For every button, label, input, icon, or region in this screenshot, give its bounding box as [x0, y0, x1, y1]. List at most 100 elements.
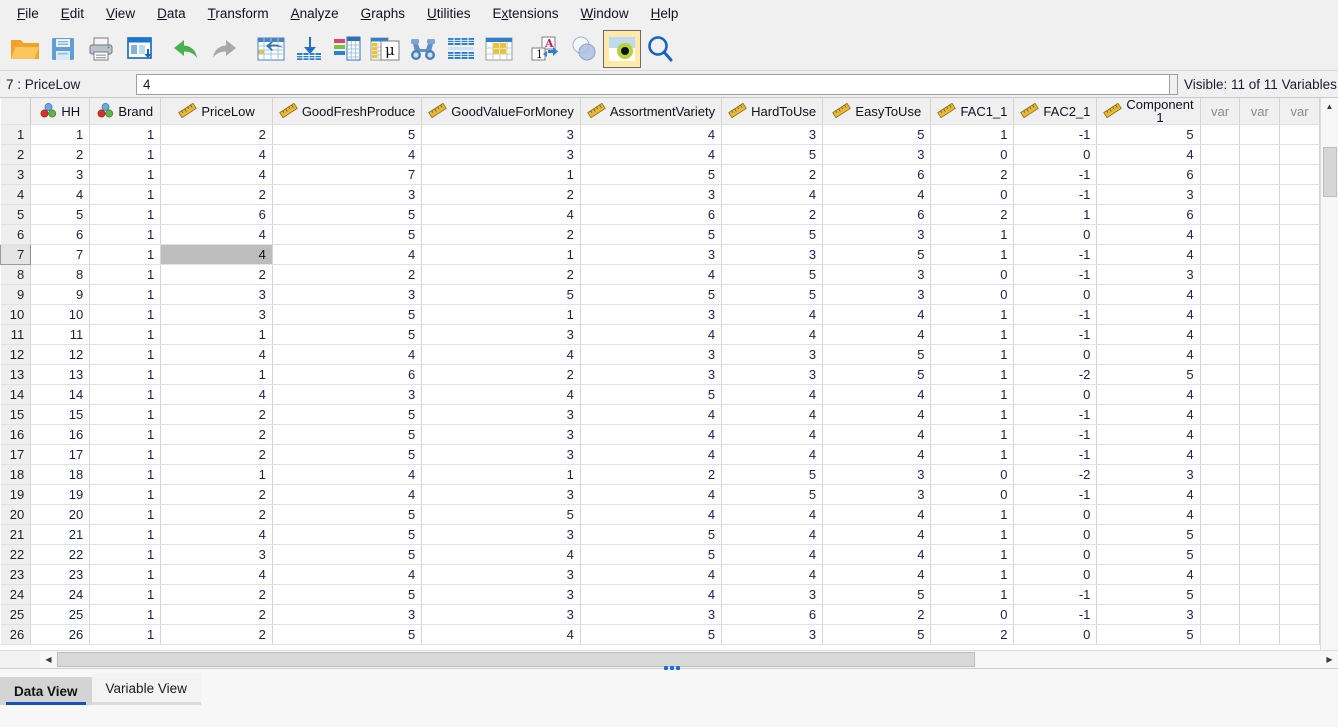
data-cell[interactable]: 5 [580, 224, 723, 245]
data-cell[interactable]: 4 [160, 384, 273, 405]
empty-cell[interactable] [1239, 444, 1281, 465]
data-cell[interactable]: 1 [421, 304, 581, 325]
data-cell[interactable]: 4 [421, 384, 581, 405]
data-cell[interactable]: 3 [721, 344, 824, 365]
data-cell[interactable]: 4 [1096, 424, 1201, 445]
data-cell[interactable]: 12 [30, 344, 91, 365]
empty-cell[interactable] [1200, 544, 1241, 565]
data-cell[interactable]: 1 [421, 164, 581, 185]
column-header-easytouse[interactable]: EasyToUse [822, 98, 932, 125]
weight-cases-icon[interactable] [480, 30, 518, 68]
data-cell[interactable]: 4 [1096, 404, 1201, 425]
value-labels-icon[interactable]: A 1 [527, 30, 565, 68]
data-cell[interactable]: 0 [930, 144, 1015, 165]
empty-cell[interactable] [1279, 164, 1320, 185]
data-cell[interactable]: 4 [822, 184, 932, 205]
empty-cell[interactable] [1279, 344, 1320, 365]
empty-cell[interactable] [1200, 484, 1241, 505]
table-row[interactable]: 12 12 1 4 4 4 3 3 5 1 0 4 [0, 344, 1320, 365]
data-cell[interactable]: 0 [930, 284, 1015, 305]
empty-cell[interactable] [1200, 344, 1241, 365]
empty-cell[interactable] [1239, 424, 1281, 445]
empty-cell[interactable] [1200, 624, 1241, 645]
variables-icon[interactable] [328, 30, 366, 68]
data-cell[interactable]: 5 [1096, 364, 1201, 385]
data-cell[interactable]: 4 [160, 564, 273, 585]
redo-icon[interactable] [205, 30, 243, 68]
data-cell[interactable]: 2 [160, 584, 273, 605]
data-cell[interactable]: 4 [160, 524, 273, 545]
data-cell[interactable]: -1 [1013, 264, 1098, 285]
data-cell[interactable]: 4 [1096, 244, 1201, 265]
data-cell[interactable]: 2 [160, 444, 273, 465]
data-cell[interactable]: 1 [89, 364, 162, 385]
data-cell[interactable]: 3 [421, 584, 581, 605]
data-cell[interactable]: 5 [822, 244, 932, 265]
data-cell[interactable]: 4 [822, 524, 932, 545]
row-header[interactable]: 12 [0, 344, 32, 365]
data-cell[interactable]: 4 [721, 184, 824, 205]
data-cell[interactable]: 1 [89, 384, 162, 405]
data-cell[interactable]: 5 [272, 504, 423, 525]
data-cell[interactable]: 2 [930, 204, 1015, 225]
data-cell[interactable]: 3 [580, 344, 723, 365]
data-cell[interactable]: 5 [580, 524, 723, 545]
column-header-fac2-1[interactable]: FAC2_1 [1013, 98, 1098, 125]
data-cell[interactable]: 5 [1096, 524, 1201, 545]
data-cell[interactable]: 1 [89, 284, 162, 305]
data-cell[interactable]: 1 [930, 524, 1015, 545]
data-cell[interactable]: 1 [930, 344, 1015, 365]
data-cell[interactable]: 1 [930, 324, 1015, 345]
empty-cell[interactable] [1239, 484, 1281, 505]
data-cell[interactable]: 3 [1096, 184, 1201, 205]
row-header[interactable]: 4 [0, 184, 32, 205]
data-cell[interactable]: 0 [1013, 144, 1098, 165]
menu-item-graphs[interactable]: Graphs [350, 2, 416, 25]
empty-cell[interactable] [1239, 184, 1281, 205]
empty-cell[interactable] [1239, 204, 1281, 225]
data-cell[interactable]: 5 [1096, 124, 1201, 145]
data-cell[interactable]: 4 [721, 444, 824, 465]
data-cell[interactable]: 3 [822, 264, 932, 285]
empty-cell[interactable] [1239, 244, 1281, 265]
data-cell[interactable]: 1 [930, 124, 1015, 145]
empty-cell[interactable] [1239, 324, 1281, 345]
empty-cell[interactable] [1279, 264, 1320, 285]
scroll-up-icon[interactable]: ▲ [1321, 98, 1338, 115]
data-cell[interactable]: 3 [822, 484, 932, 505]
data-cell[interactable]: 23 [30, 564, 91, 585]
data-cell[interactable]: 2 [580, 464, 723, 485]
data-cell[interactable]: 3 [421, 424, 581, 445]
empty-cell[interactable] [1279, 484, 1320, 505]
column-header-brand[interactable]: Brand [89, 98, 162, 125]
empty-cell[interactable] [1239, 404, 1281, 425]
data-cell[interactable]: 4 [721, 564, 824, 585]
data-cell[interactable]: 4 [160, 164, 273, 185]
data-cell[interactable]: 1 [160, 364, 273, 385]
undo-icon[interactable] [167, 30, 205, 68]
data-cell[interactable]: 2 [160, 604, 273, 625]
data-cell[interactable]: 4 [160, 144, 273, 165]
data-cell[interactable]: 4 [1096, 284, 1201, 305]
table-row[interactable]: 3 3 1 4 7 1 5 2 6 2 -1 6 [0, 164, 1320, 185]
row-header[interactable]: 21 [0, 524, 32, 545]
data-cell[interactable]: 5 [272, 324, 423, 345]
table-row[interactable]: 21 21 1 4 5 3 5 4 4 1 0 5 [0, 524, 1320, 545]
data-cell[interactable]: 6 [30, 224, 91, 245]
data-cell[interactable]: 2 [822, 604, 932, 625]
row-header[interactable]: 14 [0, 384, 32, 405]
data-cell[interactable]: 4 [30, 184, 91, 205]
split-handle[interactable] [664, 666, 680, 670]
data-cell[interactable]: 3 [580, 604, 723, 625]
data-cell[interactable]: 5 [272, 444, 423, 465]
data-cell[interactable]: 0 [930, 604, 1015, 625]
row-header[interactable]: 19 [0, 484, 32, 505]
data-cell[interactable]: 4 [421, 544, 581, 565]
data-cell[interactable]: 1 [89, 544, 162, 565]
data-cell[interactable]: -1 [1013, 484, 1098, 505]
row-header[interactable]: 20 [0, 504, 32, 525]
data-cell[interactable]: 3 [421, 404, 581, 425]
vertical-scroll-thumb[interactable] [1323, 147, 1337, 197]
recall-dialog-icon[interactable] [120, 30, 158, 68]
data-cell[interactable]: 4 [1096, 304, 1201, 325]
